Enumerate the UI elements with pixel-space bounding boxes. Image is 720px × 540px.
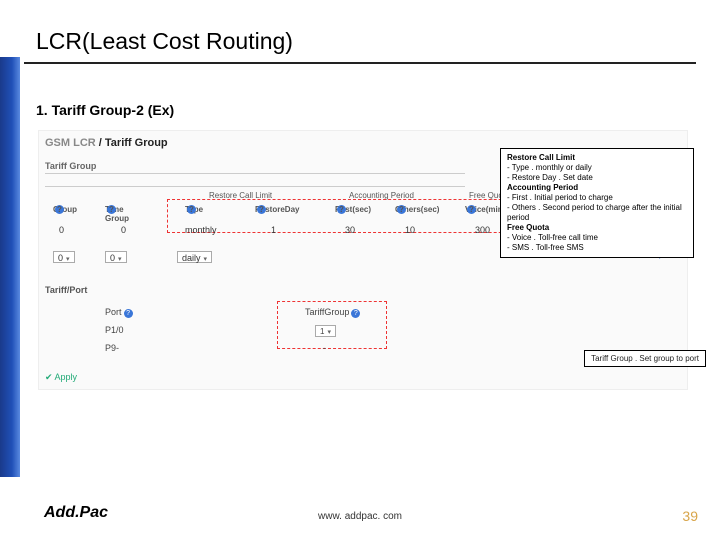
port9-value: - [323,343,326,353]
apply-button[interactable]: Apply [45,372,77,383]
timegroup-select[interactable]: 0 [105,251,127,263]
col-port: Port? [105,307,133,318]
port-label: P1/0 [105,325,124,335]
port1-tariff-select[interactable]: 1 [315,325,336,337]
callout-tariffgroup: Tariff Group . Set group to port [584,350,706,367]
tab-tariff-port[interactable]: Tariff/Port [45,285,87,295]
help-icon[interactable]: ? [124,309,133,318]
page-title: LCR(Least Cost Routing) [36,28,293,55]
type-select[interactable]: daily [177,251,212,263]
footer-url: www. addpac. com [0,511,720,522]
help-icon[interactable]: ? [55,205,64,214]
group-select[interactable]: 0 [53,251,75,263]
tab-tariff-group[interactable]: Tariff Group [45,161,96,171]
breadcrumb: GSM LCR / Tariff Group [45,137,168,149]
callout-restore: Restore Call Limit - Type . monthly or d… [500,148,694,258]
section-heading: 1. Tariff Group-2 (Ex) [36,102,174,118]
page-number: 39 [682,508,698,524]
port-label: P9- [105,343,119,353]
help-icon[interactable]: ? [107,205,116,214]
